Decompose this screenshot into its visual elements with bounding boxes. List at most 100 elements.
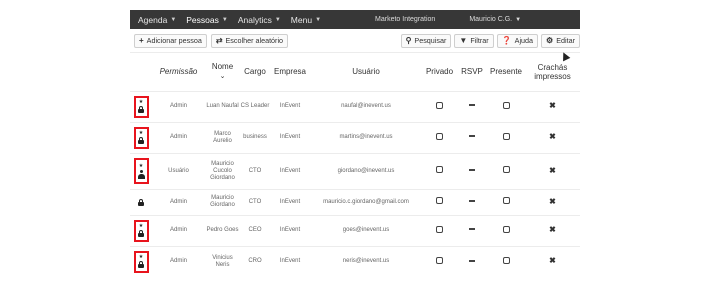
present-checkbox[interactable] xyxy=(502,256,510,264)
badges-cell[interactable]: ✖ xyxy=(525,214,580,246)
x-icon[interactable]: ✖ xyxy=(549,101,556,110)
lock-cell[interactable]: ★ xyxy=(130,152,152,189)
present-cell[interactable] xyxy=(487,152,525,189)
lock-cell[interactable]: ★ xyxy=(130,121,152,153)
badges-cell[interactable]: ✖ xyxy=(525,152,580,189)
rsvp-dash-icon xyxy=(469,228,475,231)
name-cell[interactable]: Marco Aurelio xyxy=(205,121,240,153)
header-rsvp[interactable]: RSVP xyxy=(457,53,487,91)
user-menu[interactable]: Mauricio C.G. ▼ xyxy=(469,16,521,23)
header-badges[interactable]: Crachás impressos xyxy=(525,53,580,91)
present-cell[interactable] xyxy=(487,188,525,215)
filter-label: Filtrar xyxy=(470,36,489,45)
person-icon xyxy=(137,169,145,179)
company-cell: InEvent xyxy=(270,214,310,246)
private-checkbox[interactable] xyxy=(436,101,443,109)
present-cell[interactable] xyxy=(487,245,525,277)
rsvp-dash-icon xyxy=(469,168,475,171)
header-private[interactable]: Privado xyxy=(422,53,457,91)
private-checkbox[interactable] xyxy=(436,197,443,204)
rsvp-cell xyxy=(457,245,487,277)
lock-cell[interactable]: ★ xyxy=(130,214,152,246)
star-icon: ★ xyxy=(138,130,144,136)
x-icon[interactable]: ✖ xyxy=(549,256,556,265)
header-role[interactable]: Cargo xyxy=(240,53,270,91)
company-cell: InEvent xyxy=(270,121,310,153)
table-row[interactable]: ★ Admin Marco Aurelio business InEvent m… xyxy=(130,121,580,153)
nav-analytics[interactable]: Analytics ▼ xyxy=(238,15,281,25)
sort-chevron-icon: ⌄ xyxy=(219,73,226,81)
private-cell[interactable] xyxy=(422,152,457,189)
random-pick-button[interactable]: ⇄ Escolher aleatório xyxy=(210,33,289,48)
header-present[interactable]: Presente xyxy=(487,53,525,91)
x-icon[interactable]: ✖ xyxy=(549,166,556,175)
role-cell: CTO xyxy=(240,188,270,215)
name-cell[interactable]: Mauricio Giordano xyxy=(205,188,240,215)
lock-cell[interactable] xyxy=(130,188,152,215)
table-row[interactable]: ★ Admin Vinicius Neris CRO InEvent neris… xyxy=(130,245,580,277)
present-cell[interactable] xyxy=(487,90,525,122)
lock-cell[interactable]: ★ xyxy=(130,245,152,277)
lock-plain[interactable] xyxy=(134,191,149,213)
filter-icon: ▼ xyxy=(459,36,468,45)
table-row[interactable]: Admin Mauricio Giordano CTO InEvent maur… xyxy=(130,188,580,215)
nav-pessoas[interactable]: Pessoas ▼ xyxy=(186,15,228,25)
private-checkbox[interactable] xyxy=(436,132,443,140)
name-cell[interactable]: Pedro Goes xyxy=(205,214,240,246)
badges-cell[interactable]: ✖ xyxy=(525,188,580,215)
highlighted-person[interactable]: ★ xyxy=(133,158,149,184)
private-cell[interactable] xyxy=(422,90,457,122)
help-button[interactable]: ❓ Ajuda xyxy=(496,33,539,48)
private-checkbox[interactable] xyxy=(436,225,443,233)
name-cell[interactable]: Luan Naufal xyxy=(205,90,240,122)
table-row[interactable]: ★ Admin Luan Naufal CS Leader InEvent na… xyxy=(130,90,580,122)
edit-label: Editar xyxy=(556,36,575,45)
present-checkbox[interactable] xyxy=(502,166,510,173)
badges-cell[interactable]: ✖ xyxy=(525,90,580,122)
header-name[interactable]: Nome ⌄ xyxy=(205,53,240,91)
present-cell[interactable] xyxy=(487,214,525,246)
nav-agenda[interactable]: Agenda ▼ xyxy=(138,15,176,25)
highlighted-lock[interactable]: ★ xyxy=(133,250,149,273)
permission-cell: Admin xyxy=(152,90,205,122)
table-row[interactable]: ★ Admin Pedro Goes CEO InEvent goes@inev… xyxy=(130,214,580,246)
chevron-down-icon: ▼ xyxy=(170,16,177,23)
private-cell[interactable] xyxy=(422,188,457,215)
present-checkbox[interactable] xyxy=(502,225,510,233)
shuffle-icon: ⇄ xyxy=(215,36,223,45)
present-checkbox[interactable] xyxy=(502,132,510,140)
edit-button[interactable]: ⚙ Editar xyxy=(541,33,580,48)
private-cell[interactable] xyxy=(422,121,457,153)
present-checkbox[interactable] xyxy=(502,101,510,109)
highlighted-lock[interactable]: ★ xyxy=(133,126,149,149)
chevron-down-icon: ▼ xyxy=(315,16,322,23)
lock-cell[interactable]: ★ xyxy=(130,90,152,122)
filter-button[interactable]: ▼ Filtrar xyxy=(454,33,494,48)
add-person-button[interactable]: + Adicionar pessoa xyxy=(134,33,207,48)
badges-cell[interactable]: ✖ xyxy=(525,121,580,153)
x-icon[interactable]: ✖ xyxy=(549,132,556,141)
name-cell[interactable]: Vinicius Neris xyxy=(205,245,240,277)
user-cell: martins@inevent.us xyxy=(310,121,422,153)
private-checkbox[interactable] xyxy=(436,256,443,264)
present-cell[interactable] xyxy=(487,121,525,153)
private-cell[interactable] xyxy=(422,245,457,277)
header-user[interactable]: Usuário xyxy=(310,53,422,91)
x-icon[interactable]: ✖ xyxy=(549,197,556,206)
badges-cell[interactable]: ✖ xyxy=(525,245,580,277)
private-checkbox[interactable] xyxy=(436,166,443,173)
name-cell[interactable]: Mauricio Cucolo Giordano xyxy=(205,152,240,189)
table-row[interactable]: ★ Usuário Mauricio Cucolo Giordano CTO I… xyxy=(130,152,580,189)
header-company[interactable]: Empresa xyxy=(270,53,310,91)
nav-menu[interactable]: Menu ▼ xyxy=(291,15,321,25)
private-cell[interactable] xyxy=(422,214,457,246)
header-permission[interactable]: Permissão xyxy=(152,53,205,91)
rsvp-cell xyxy=(457,90,487,122)
highlighted-lock[interactable]: ★ xyxy=(133,95,149,118)
highlighted-lock[interactable]: ★ xyxy=(133,219,149,242)
rsvp-dash-icon xyxy=(469,104,475,107)
star-icon: ★ xyxy=(138,223,144,229)
x-icon[interactable]: ✖ xyxy=(549,225,556,234)
search-button[interactable]: ⚲ Pesquisar xyxy=(400,33,452,48)
present-checkbox[interactable] xyxy=(502,197,510,204)
